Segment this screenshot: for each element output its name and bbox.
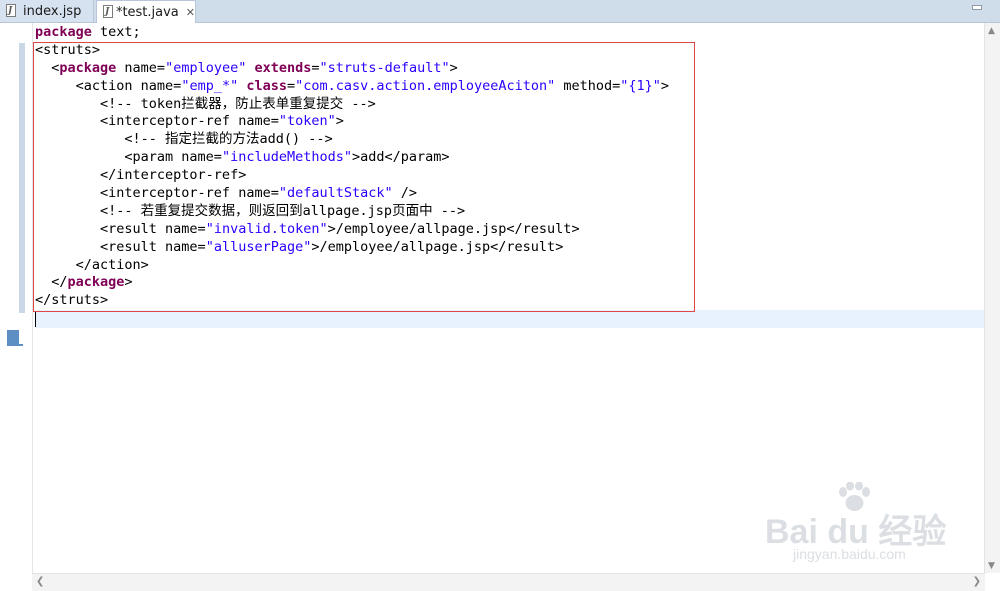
scroll-up-icon[interactable]: ▲ xyxy=(988,26,995,36)
code-token: extends xyxy=(254,59,312,76)
code-token: <!-- 若重复提交数据，则返回到allpage.jsp页面中 --> xyxy=(35,202,466,219)
code-line[interactable]: <result name="alluserPage">/employee/all… xyxy=(35,239,985,257)
code-line[interactable]: <!-- 指定拦截的方法add() --> xyxy=(35,131,985,149)
code-line[interactable]: <action name="emp_*" class="com.casv.act… xyxy=(35,78,985,96)
jsp-file-icon: J xyxy=(6,4,18,18)
code-line[interactable]: </action> xyxy=(35,257,985,275)
code-token: <result name= xyxy=(35,238,206,255)
scroll-left-icon[interactable]: ❮ xyxy=(36,576,44,587)
vertical-scrollbar[interactable]: ▲ ▼ xyxy=(984,23,1000,573)
code-token: package xyxy=(35,24,92,40)
code-token: </action> xyxy=(35,256,149,273)
code-token: "com.casv.action.employeeAciton" xyxy=(295,77,556,94)
code-line[interactable]: <!-- 若重复提交数据，则返回到allpage.jsp页面中 --> xyxy=(35,203,985,221)
code-token: "includeMethods" xyxy=(221,149,352,166)
minimize-editor-icon[interactable] xyxy=(972,5,982,10)
code-token: >add</param> xyxy=(351,149,450,166)
code-token: name= xyxy=(116,59,166,76)
horizontal-scrollbar[interactable]: ❮ ❯ xyxy=(32,573,985,591)
code-token: < xyxy=(35,59,60,76)
scroll-down-icon[interactable]: ▼ xyxy=(988,561,995,571)
editor-tab-bar: J index.jsp J *test.java ✕ xyxy=(0,0,1000,23)
code-token: class xyxy=(246,77,287,94)
code-token: > xyxy=(124,274,133,291)
code-line[interactable]: <!-- token拦截器，防止表单重复提交 --> xyxy=(35,96,985,114)
code-token: <result name= xyxy=(35,220,206,237)
code-token: <!-- 指定拦截的方法add() --> xyxy=(35,131,333,148)
code-token: <interceptor-ref name= xyxy=(35,185,279,202)
code-token: text; xyxy=(91,24,141,40)
code-token: <struts> xyxy=(35,41,101,58)
code-line[interactable]: package text; xyxy=(35,24,985,42)
code-line[interactable] xyxy=(35,310,985,329)
code-token: > xyxy=(449,59,458,76)
code-token: >/employee/allpage.jsp</result> xyxy=(327,220,580,237)
tab-label: index.jsp xyxy=(23,3,82,19)
code-token: <interceptor-ref name= xyxy=(35,113,279,130)
code-token: = xyxy=(311,59,320,76)
baidu-jingyan-watermark: Bai du 经验 jingyan.baidu.com xyxy=(765,482,965,572)
code-token: "employee" xyxy=(165,59,247,76)
code-line[interactable]: </struts> xyxy=(35,292,985,310)
code-token: <action name= xyxy=(35,77,182,94)
code-token: "struts-default" xyxy=(319,59,450,76)
code-token: <param name= xyxy=(35,149,222,166)
scroll-right-icon[interactable]: ❯ xyxy=(973,576,981,587)
code-editor[interactable]: package text; <struts> <package name="emp… xyxy=(35,24,985,329)
code-line[interactable]: <param name="includeMethods">add</param> xyxy=(35,149,985,167)
code-line[interactable]: </interceptor-ref> xyxy=(35,167,985,185)
tab-test-java[interactable]: J *test.java ✕ xyxy=(96,0,196,23)
bookmark-marker-icon xyxy=(7,330,19,346)
code-token: package xyxy=(59,59,117,76)
code-line[interactable]: <interceptor-ref name="defaultStack" /> xyxy=(35,185,985,203)
code-token: <!-- token拦截器，防止表单重复提交 --> xyxy=(35,95,376,112)
code-line[interactable]: <result name="invalid.token">/employee/a… xyxy=(35,221,985,239)
watermark-url: jingyan.baidu.com xyxy=(793,546,906,562)
code-token: "invalid.token" xyxy=(205,220,328,237)
code-line[interactable]: <package name="employee" extends="struts… xyxy=(35,60,985,78)
code-token: > xyxy=(335,113,344,130)
java-file-icon: J xyxy=(103,5,113,19)
change-marker xyxy=(19,43,25,313)
code-token: "{1}" xyxy=(620,77,661,94)
code-token: "defaultStack" xyxy=(278,185,393,202)
code-token: = xyxy=(287,77,296,94)
code-token: package xyxy=(67,274,125,291)
code-line[interactable]: <interceptor-ref name="token"> xyxy=(35,113,985,131)
code-line[interactable]: <struts> xyxy=(35,42,985,60)
code-token: "emp_*" xyxy=(181,77,239,94)
tab-label: *test.java xyxy=(115,4,179,20)
code-token: "token" xyxy=(278,113,336,130)
line-gutter[interactable] xyxy=(0,23,33,573)
code-line[interactable]: </package> xyxy=(35,274,985,292)
code-token: >/employee/allpage.jsp</result> xyxy=(311,238,564,255)
code-token: /> xyxy=(392,185,418,202)
code-token: method= xyxy=(555,77,621,94)
bookmark-marker-tail xyxy=(19,344,23,346)
code-token: > xyxy=(660,77,670,94)
code-token: </ xyxy=(35,274,68,291)
text-caret xyxy=(35,311,36,328)
code-token: </struts> xyxy=(35,292,109,309)
code-token: </interceptor-ref> xyxy=(35,167,247,184)
tab-index-jsp[interactable]: J index.jsp xyxy=(0,0,94,22)
code-token: "alluserPage" xyxy=(205,238,312,255)
close-tab-icon[interactable]: ✕ xyxy=(186,6,195,19)
